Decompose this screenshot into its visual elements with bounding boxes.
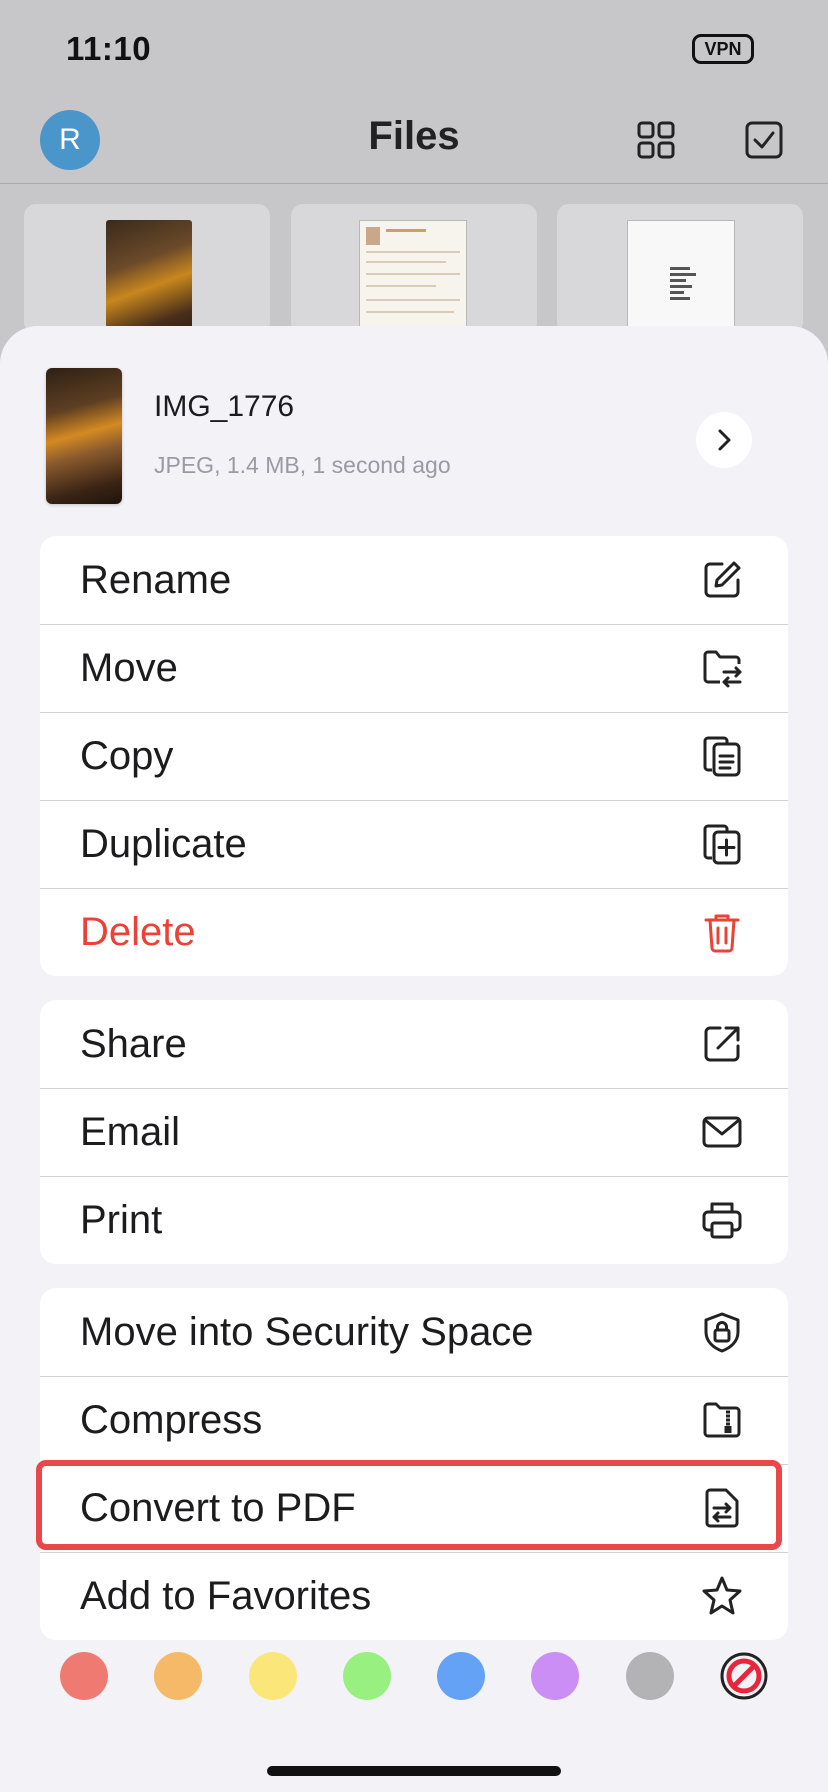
home-indicator	[267, 1766, 561, 1776]
zip-folder-icon	[703, 1402, 741, 1438]
email-row[interactable]: Email	[40, 1088, 788, 1176]
rename-icon	[704, 561, 741, 598]
rename-label: Rename	[80, 557, 232, 602]
shield-lock-icon	[704, 1312, 740, 1353]
file-tile[interactable]	[291, 204, 537, 334]
color-tag-blue[interactable]	[437, 1652, 485, 1700]
print-label: Print	[80, 1197, 163, 1242]
nav-bar: R Files	[0, 100, 828, 184]
color-tag-row	[0, 1644, 828, 1708]
grid-view-icon[interactable]	[636, 120, 676, 160]
duplicate-label: Duplicate	[80, 821, 247, 866]
star-icon	[702, 1576, 742, 1615]
chevron-right-icon	[718, 429, 731, 451]
file-tile[interactable]	[24, 204, 270, 334]
security-space-label: Move into Security Space	[80, 1309, 534, 1354]
convert-to-pdf-row[interactable]: Convert to PDF	[40, 1464, 788, 1552]
compress-row[interactable]: Compress	[40, 1376, 788, 1464]
status-bar: 11:10 VPN	[0, 0, 828, 100]
no-color-icon[interactable]	[720, 1652, 768, 1700]
color-tag-purple[interactable]	[531, 1652, 579, 1700]
share-icon	[704, 1026, 740, 1062]
move-folder-icon	[703, 650, 742, 688]
copy-icon	[703, 736, 741, 777]
printer-icon	[702, 1202, 742, 1239]
page-title: Files	[368, 114, 460, 158]
file-thumbnail	[46, 368, 122, 504]
duplicate-row[interactable]: Duplicate	[40, 800, 788, 888]
convert-to-pdf-label: Convert to PDF	[80, 1485, 356, 1530]
mail-icon	[702, 1116, 742, 1148]
rename-row[interactable]: Rename	[40, 536, 788, 624]
trash-icon	[704, 914, 740, 953]
move-label: Move	[80, 645, 178, 690]
color-tag-yellow[interactable]	[249, 1652, 297, 1700]
file-details-button[interactable]	[696, 412, 752, 468]
color-tag-gray[interactable]	[626, 1652, 674, 1700]
file-thumbnail	[627, 220, 735, 334]
delete-label: Delete	[80, 909, 196, 954]
color-tag-green[interactable]	[343, 1652, 391, 1700]
color-tag-red[interactable]	[60, 1652, 108, 1700]
move-row[interactable]: Move	[40, 624, 788, 712]
file-thumbnail	[106, 220, 192, 334]
vpn-badge: VPN	[692, 34, 754, 64]
file-meta: JPEG, 1.4 MB, 1 second ago	[154, 452, 451, 478]
file-thumbnail	[359, 220, 467, 334]
action-group-share: Share Email Print	[40, 1000, 788, 1264]
file-name: IMG_1776	[154, 390, 295, 423]
duplicate-icon	[703, 824, 741, 865]
add-to-favorites-row[interactable]: Add to Favorites	[40, 1552, 788, 1640]
action-group-more: Move into Security Space Compress Conver…	[40, 1288, 788, 1640]
file-header: IMG_1776 JPEG, 1.4 MB, 1 second ago	[0, 326, 828, 526]
file-tile[interactable]	[557, 204, 803, 334]
compress-label: Compress	[80, 1397, 263, 1442]
share-label: Share	[80, 1021, 187, 1066]
convert-document-icon	[705, 1488, 739, 1528]
add-to-favorites-label: Add to Favorites	[80, 1573, 372, 1618]
security-space-row[interactable]: Move into Security Space	[40, 1288, 788, 1376]
email-label: Email	[80, 1109, 181, 1154]
action-group-file: Rename Move Copy Duplicate Delete	[40, 536, 788, 976]
select-checkbox-icon[interactable]	[744, 120, 784, 160]
status-time: 11:10	[66, 30, 152, 67]
copy-row[interactable]: Copy	[40, 712, 788, 800]
print-row[interactable]: Print	[40, 1176, 788, 1264]
action-sheet: IMG_1776 JPEG, 1.4 MB, 1 second ago Rena…	[0, 326, 828, 1792]
color-tag-orange[interactable]	[154, 1652, 202, 1700]
delete-row[interactable]: Delete	[40, 888, 788, 976]
share-row[interactable]: Share	[40, 1000, 788, 1088]
copy-label: Copy	[80, 733, 174, 778]
